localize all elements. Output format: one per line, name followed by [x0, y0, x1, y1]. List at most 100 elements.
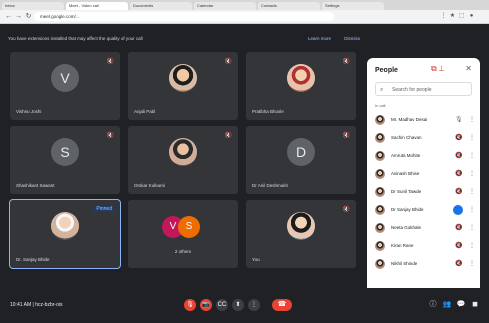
more-icon[interactable]: ⋮ — [469, 148, 475, 164]
more-icon[interactable]: ⋮ — [469, 220, 475, 236]
people-icon[interactable]: 👥 — [442, 300, 452, 310]
participant-name: Vishnu Joshi — [16, 109, 42, 114]
participant-tile[interactable]: 🔇 Omkar Kulkarni — [128, 126, 238, 194]
more-icon[interactable]: ⋮ — [469, 130, 475, 146]
mic-toggle[interactable]: 🎙 — [184, 299, 196, 311]
reload-icon[interactable]: ↻ — [24, 12, 33, 21]
others-avatars: V S — [162, 216, 204, 238]
person-row[interactable]: Neeta Gokhale 🔇 ⋮ — [375, 220, 475, 236]
mic-off-icon: 🔇 — [224, 133, 232, 139]
meeting-code: hcz-bzbr-ois — [35, 302, 63, 308]
mic-off-icon[interactable]: 🔇 — [455, 238, 462, 254]
extension-icon[interactable]: ⋮ — [440, 13, 447, 20]
person-avatar — [375, 259, 385, 269]
person-row[interactable]: Dr Sunil Tawde 🔇 ⋮ — [375, 184, 475, 200]
extension-icon[interactable]: ⬚ — [458, 13, 465, 20]
present-button[interactable]: ⬆ — [232, 299, 244, 311]
banner-message: You have extensions installed that may a… — [8, 36, 143, 41]
person-row[interactable]: Sachin Chavan 🔇 ⋮ — [375, 130, 475, 146]
participant-tile[interactable]: 🔇 D Dr Anil Deshmukh — [246, 126, 356, 194]
mic-off-icon[interactable]: 🔇 — [455, 130, 462, 146]
captions-toggle[interactable]: CC — [216, 299, 228, 311]
forward-icon[interactable]: → — [14, 12, 23, 21]
people-search[interactable]: ⌕ Search for people — [375, 82, 472, 96]
participant-tile[interactable]: V S 2 others — [128, 200, 238, 268]
participant-name: Dr Anil Deshmukh — [252, 183, 289, 188]
banner-actions: Learn more Dismiss — [296, 34, 360, 44]
person-name: Dr Sanjay Bhide — [391, 207, 424, 212]
participant-tile-self[interactable]: 🔇 You — [246, 200, 356, 268]
participant-tile[interactable]: 🔇 Anjali Patil — [128, 52, 238, 120]
mic-icon[interactable]: 🎙 — [455, 112, 463, 128]
person-avatar — [375, 187, 385, 197]
more-icon[interactable]: ⋮ — [469, 256, 475, 272]
participant-tile[interactable]: 🔇 V Vishnu Joshi — [10, 52, 120, 120]
close-icon[interactable]: ✕ — [465, 64, 472, 73]
person-avatar — [375, 169, 385, 179]
person-row[interactable]: Amruta Mohite 🔇 ⋮ — [375, 148, 475, 164]
meet-call-view: You have extensions installed that may a… — [0, 24, 489, 323]
in-call-label: In call — [375, 103, 386, 108]
person-name: Sachin Chavan — [391, 135, 422, 140]
more-icon[interactable]: ⋮ — [469, 112, 475, 128]
mic-off-icon[interactable]: 🔇 — [455, 220, 462, 236]
secondary-controls: ⓘ 👥 💬 ◼ — [428, 300, 483, 312]
browser-tab[interactable]: Settings — [322, 2, 384, 10]
more-icon[interactable]: ⋮ — [469, 238, 475, 254]
more-icon[interactable]: ⋮ — [469, 184, 475, 200]
person-row[interactable]: Nikhil Shinde 🔇 ⋮ — [375, 256, 475, 272]
more-icon[interactable]: ⋮ — [469, 202, 475, 218]
camera-toggle[interactable]: 📷 — [200, 299, 212, 311]
participant-tile[interactable]: 🔇 S Shashikant Sawant — [10, 126, 120, 194]
learn-more-link[interactable]: Learn more — [308, 36, 331, 41]
person-name: Avinash Bhise — [391, 171, 420, 176]
participant-avatar-photo — [51, 212, 79, 240]
person-avatar — [375, 115, 385, 125]
person-name: Nikhil Shinde — [391, 261, 418, 266]
profile-icon[interactable]: ● — [468, 13, 475, 20]
browser-tab-active[interactable]: Meet - Video call — [66, 2, 128, 10]
url-input[interactable]: meet.google.com/... — [34, 12, 334, 21]
participant-avatar-letter: D — [287, 138, 315, 166]
participant-avatar-photo — [169, 64, 197, 92]
participant-name: Dr. Sanjay Bhide — [16, 257, 50, 262]
chat-icon[interactable]: 💬 — [456, 300, 466, 310]
pinned-badge: Pinned — [94, 206, 114, 212]
more-options-button[interactable]: ⋮ — [248, 299, 260, 311]
leave-call-button[interactable]: ☎ — [272, 299, 292, 311]
extension-icon[interactable]: ★ — [449, 13, 456, 20]
mic-off-icon[interactable]: 🔇 — [455, 184, 462, 200]
participant-tile[interactable]: 🔇 Pratibha Bhosle — [246, 52, 356, 120]
person-name: Amruta Mohite — [391, 153, 421, 158]
back-icon[interactable]: ← — [4, 12, 13, 21]
mic-off-icon[interactable]: 🔇 — [455, 166, 462, 182]
others-label: 2 others — [174, 249, 192, 254]
primary-controls: 🎙 📷 CC ⬆ ⋮ ☎ — [184, 299, 324, 313]
person-row[interactable]: Kiran Rane 🔇 ⋮ — [375, 238, 475, 254]
participant-name: Anjali Patil — [134, 109, 156, 114]
mic-off-icon[interactable]: 🔇 — [455, 256, 462, 272]
browser-tab-strip: Inbox Meet - Video call Documents Calend… — [0, 0, 489, 10]
browser-tab[interactable]: Calendar — [194, 2, 256, 10]
speaking-indicator — [453, 205, 463, 215]
people-panel-actions-icon[interactable]: ⧉ ⟂ — [431, 64, 444, 74]
mic-off-icon[interactable]: 🔇 — [455, 148, 462, 164]
browser-tab[interactable]: Contacts — [258, 2, 320, 10]
mic-off-icon: 🔇 — [342, 133, 350, 139]
info-icon[interactable]: ⓘ — [428, 300, 438, 310]
search-icon: ⌕ — [380, 87, 384, 93]
person-row[interactable]: Avinash Bhise 🔇 ⋮ — [375, 166, 475, 182]
extension-warning-banner: You have extensions installed that may a… — [8, 34, 360, 44]
participant-avatar-photo — [169, 138, 197, 166]
person-row[interactable]: Dr Sanjay Bhide ⋮ — [375, 202, 475, 218]
activities-icon[interactable]: ◼ — [470, 300, 480, 310]
browser-tab[interactable]: Inbox — [2, 2, 64, 10]
people-panel: People ⧉ ⟂ ✕ ⌕ Search for people In call… — [367, 58, 480, 300]
more-icon[interactable]: ⋮ — [469, 166, 475, 182]
person-name: Kiran Rane — [391, 243, 414, 248]
browser-url-bar: ← → ↻ meet.google.com/... ⋮ ★ ⬚ ● — [0, 10, 489, 24]
dismiss-link[interactable]: Dismiss — [344, 36, 360, 41]
browser-tab[interactable]: Documents — [130, 2, 192, 10]
person-row[interactable]: Mr. Madhav Desai 🎙 ⋮ — [375, 112, 475, 128]
participant-tile-pinned[interactable]: Pinned Dr. Sanjay Bhide — [9, 199, 121, 269]
